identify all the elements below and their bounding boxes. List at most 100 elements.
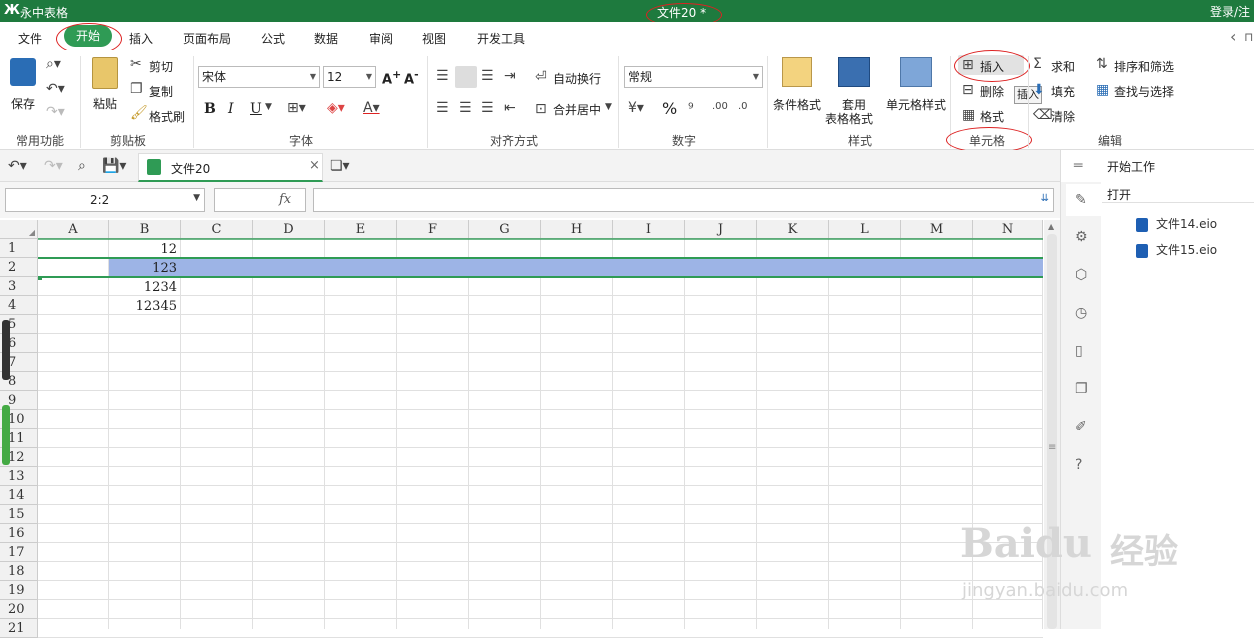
sum-icon[interactable]: Σ [1033,56,1042,72]
column-header[interactable]: H [541,220,613,239]
format-cells-icon[interactable]: ▦ [962,107,975,123]
menu-page-layout[interactable]: 页面布局 [183,30,231,47]
bold-button[interactable]: B [204,101,216,117]
open-label[interactable]: 打开 [1107,186,1131,203]
fill-icon[interactable]: ⬇ [1033,82,1045,98]
find-select-button[interactable]: 查找与选择 [1114,83,1174,100]
column-header[interactable]: F [397,220,469,239]
column-header[interactable]: M [901,220,973,239]
cell-B3[interactable]: 1234 [109,278,180,297]
cell-B1[interactable]: 12 [109,240,180,259]
recent-file-2[interactable]: 文件15.eio [1136,241,1217,258]
new-document-icon[interactable]: ❏▾ [330,158,350,174]
chevron-down-icon[interactable]: ▼ [605,102,612,112]
menu-review[interactable]: 审阅 [369,30,393,47]
row-header[interactable]: 20 [0,600,38,619]
indent-icon[interactable]: ⇥ [504,68,516,84]
row-header[interactable]: 17 [0,543,38,562]
row-header[interactable]: 18 [0,562,38,581]
save-button[interactable]: 保存 [11,95,35,112]
align-right-icon[interactable]: ☰ [481,100,494,116]
menu-formula[interactable]: 公式 [261,30,285,47]
merge-icon[interactable]: ⊡ [535,101,547,117]
function-box[interactable]: fx [214,188,306,212]
paste-icon[interactable] [92,57,118,89]
menu-file[interactable]: 文件 [18,30,42,47]
wrap-text-button[interactable]: 自动换行 [553,70,601,87]
font-name-select[interactable]: 宋体 ▼ [198,66,320,88]
column-header[interactable]: J [685,220,757,239]
border-icon[interactable]: ⊞▾ [287,100,306,116]
sum-button[interactable]: 求和 [1051,58,1075,75]
conditional-format-button[interactable]: 条件格式 [773,96,821,113]
copy-button[interactable]: 复制 [149,83,173,100]
column-header[interactable]: I [613,220,685,239]
cell-style-icon[interactable] [900,57,932,87]
document-tab[interactable]: 文件20 × [138,153,323,182]
merge-center-button[interactable]: 合并居中 [553,101,601,118]
menu-insert[interactable]: 插入 [129,30,153,47]
help-icon[interactable]: ? [1075,457,1082,473]
cell-B2[interactable]: 123 [109,259,180,278]
sort-filter-icon[interactable]: ⇅ [1096,56,1108,72]
delete-cells-button[interactable]: 删除 [980,83,1004,100]
decrease-font-icon[interactable]: A- [404,68,419,87]
number-format-select[interactable]: 常规 ▼ [624,66,763,88]
row-header[interactable]: 19 [0,581,38,600]
cube-icon[interactable]: ⬡ [1075,267,1087,283]
more-icon[interactable]: ⊓ [1244,30,1253,44]
column-header[interactable]: A [38,220,109,239]
expand-icon[interactable]: ⇊ [1041,193,1049,204]
chevron-down-icon[interactable]: ▼ [193,193,200,203]
clock-icon[interactable]: ◷ [1075,305,1087,321]
decrease-decimal-icon[interactable]: .0 [738,101,748,112]
increase-decimal-icon[interactable]: .00 [712,101,728,112]
find-icon[interactable]: ▦ [1096,82,1109,98]
font-size-select[interactable]: 12 ▼ [323,66,376,88]
sort-filter-button[interactable]: 排序和筛选 [1114,58,1174,75]
align-bottom-icon[interactable]: ☰ [481,68,494,84]
column-header[interactable]: L [829,220,901,239]
percent-button[interactable]: % [662,99,677,118]
conditional-format-icon[interactable] [782,57,812,87]
align-left-icon[interactable]: ☰ [436,100,449,116]
clear-button[interactable]: 清除 [1051,108,1075,125]
fx-icon[interactable]: fx [279,192,291,207]
edit-icon[interactable]: ✐ [1075,419,1087,435]
delete-cells-icon[interactable]: ⊟ [962,82,974,98]
fill-handle[interactable] [38,276,42,280]
column-header[interactable]: C [181,220,253,239]
row-header[interactable]: 16 [0,524,38,543]
row-header[interactable]: 1 [0,239,38,258]
cell-B4[interactable]: 12345 [109,297,180,316]
format-painter-icon[interactable]: 🖌 [130,105,148,121]
undo-icon[interactable]: ↶▾ [46,81,65,97]
clear-icon[interactable]: ⌫ [1033,107,1053,123]
select-all-corner[interactable]: ◢ [0,220,38,239]
table-format-icon[interactable] [838,57,870,87]
save-icon[interactable] [10,58,36,86]
align-center-icon[interactable]: ☰ [459,100,472,116]
settings-sliders-icon[interactable]: ⚙ [1075,229,1088,245]
cut-button[interactable]: 剪切 [149,58,173,75]
outdent-icon[interactable]: ⇤ [504,100,516,116]
column-header[interactable]: E [325,220,397,239]
print-preview-icon[interactable]: ⌕ [78,158,86,174]
format-painter-button[interactable]: 格式刷 [149,108,185,125]
italic-button[interactable]: I [228,101,234,117]
column-header[interactable]: B [109,220,181,239]
menu-view[interactable]: 视图 [422,30,446,47]
format-cells-button[interactable]: 格式 [980,108,1004,125]
scroll-thumb[interactable] [1047,234,1057,629]
row-header[interactable]: 15 [0,505,38,524]
column-header[interactable]: D [253,220,325,239]
fill-button[interactable]: 填充 [1051,83,1075,100]
pencil-icon[interactable]: ✎ [1075,192,1087,208]
row-header[interactable]: 4 [0,296,38,315]
copy-icon[interactable]: ❐ [130,81,143,97]
row-header[interactable]: 14 [0,486,38,505]
currency-icon[interactable]: ¥▾ [628,100,644,116]
vertical-scrollbar[interactable]: ▲ ≡ [1044,220,1060,629]
close-icon[interactable]: × [309,158,320,173]
row-header[interactable]: 2 [0,258,38,277]
